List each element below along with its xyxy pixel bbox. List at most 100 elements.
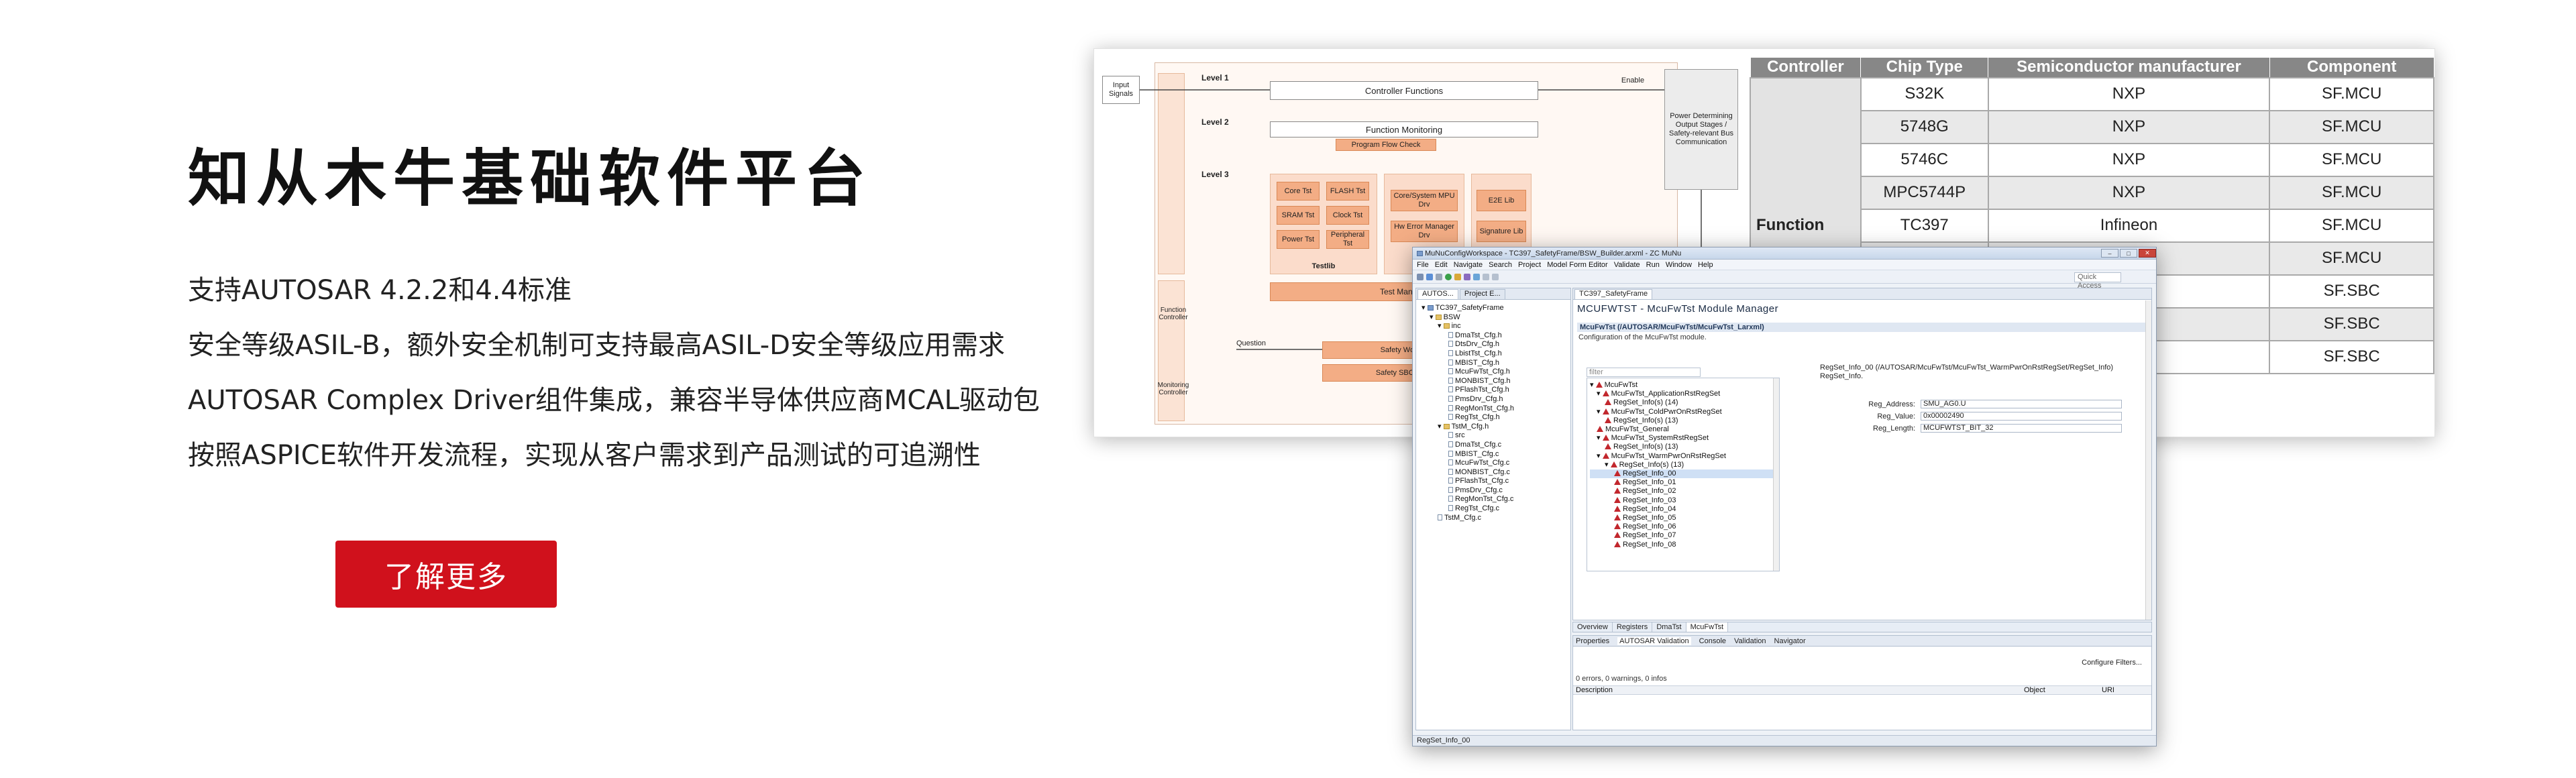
tree-item[interactable]: RegTst_Cfg.c xyxy=(1421,504,1570,514)
tree-item[interactable]: RegTst_Cfg.h xyxy=(1421,413,1570,423)
tree-item[interactable]: LbistTst_Cfg.h xyxy=(1421,349,1570,359)
tree-scrollbar[interactable] xyxy=(1773,378,1779,571)
editor-scrollbar[interactable] xyxy=(2145,300,2151,620)
tab-console[interactable]: Console xyxy=(1699,637,1726,645)
tree-item[interactable]: DmaTst_Cfg.c xyxy=(1421,441,1570,450)
container-icon xyxy=(1602,435,1609,441)
tab-project-explorer[interactable]: Project E... xyxy=(1459,289,1505,299)
tab-mcufwtst[interactable]: McuFwTst xyxy=(1686,622,1729,632)
tree-item[interactable]: PmsDrv_Cfg.c xyxy=(1421,486,1570,496)
tree-item[interactable]: ▾ TC397_SafetyFrame xyxy=(1421,304,1570,313)
module-tree-item[interactable]: RegSet_Info_03 xyxy=(1590,496,1779,505)
module-tree-item[interactable]: ▾ McuFwTst_WarmPwrOnRstRegSet xyxy=(1590,452,1779,461)
tree-item[interactable]: MONBIST_Cfg.c xyxy=(1421,468,1570,478)
module-tree-item[interactable]: ▾ McuFwTst_ApplicationRstRegSet xyxy=(1590,390,1779,398)
module-tree-item[interactable]: RegSet_Info_05 xyxy=(1590,514,1779,522)
tree-item[interactable]: MBIST_Cfg.c xyxy=(1421,450,1570,459)
tree-item[interactable]: McuFwTst_Cfg.c xyxy=(1421,459,1570,468)
arxml-file-icon xyxy=(1438,514,1442,520)
tree-item[interactable]: DtsDrv_Cfg.h xyxy=(1421,340,1570,349)
tab-navigator[interactable]: Navigator xyxy=(1774,637,1806,645)
configure-filters-link[interactable]: Configure Filters... xyxy=(2082,659,2142,667)
tree-item[interactable]: PFlashTst_Cfg.h xyxy=(1421,386,1570,395)
debug-icon[interactable] xyxy=(1464,273,1470,280)
module-tree-item[interactable]: RegSet_Info_04 xyxy=(1590,505,1779,514)
print-icon[interactable] xyxy=(1436,273,1442,280)
tree-item[interactable]: McuFwTst_Cfg.h xyxy=(1421,368,1570,377)
save-icon[interactable] xyxy=(1426,273,1433,280)
forward-icon[interactable] xyxy=(1492,273,1499,280)
tab-dmatst[interactable]: DmaTst xyxy=(1652,622,1686,632)
module-tree-item[interactable]: RegSet_Info(s) (13) xyxy=(1590,416,1779,425)
menu-help[interactable]: Help xyxy=(1698,261,1713,269)
module-tree-item[interactable]: ▾ McuFwTst xyxy=(1590,381,1779,390)
feature-item: 安全等级ASIL-B，额外安全机制可支持最高ASIL-D安全等级应用需求 xyxy=(188,330,1005,361)
module-tree-item[interactable]: ▾ McuFwTst_SystemRstRegSet xyxy=(1590,434,1779,443)
module-tree-item[interactable]: RegSet_Info_06 xyxy=(1590,522,1779,531)
module-tree: ▾ McuFwTst ▾ McuFwTst_ApplicationRstRegS… xyxy=(1587,378,1780,571)
tree-item[interactable]: ▾ BSW xyxy=(1421,313,1570,323)
menu-window[interactable]: Window xyxy=(1666,261,1692,269)
tab-tc397-safetyframe[interactable]: TC397_SafetyFrame xyxy=(1574,289,1653,299)
tree-item[interactable]: RegMonTst_Cfg.h xyxy=(1421,404,1570,414)
column-header[interactable]: Object xyxy=(2024,686,2045,694)
menu-edit[interactable]: Edit xyxy=(1435,261,1448,269)
tree-item[interactable]: ▾ inc xyxy=(1421,322,1570,331)
learn-more-button[interactable]: 了解更多 xyxy=(335,541,557,608)
tab-overview[interactable]: Overview xyxy=(1573,622,1613,632)
quick-access-input[interactable]: Quick Access xyxy=(2074,272,2121,290)
module-tree-item[interactable]: RegSet_Info_02 xyxy=(1590,487,1779,496)
new-icon[interactable] xyxy=(1417,273,1424,280)
column-header[interactable]: Description xyxy=(1576,686,1613,694)
menu-validate[interactable]: Validate xyxy=(1614,261,1640,269)
container-icon xyxy=(1614,541,1621,547)
container-icon xyxy=(1614,496,1621,503)
menu-project[interactable]: Project xyxy=(1518,261,1541,269)
minimize-button[interactable]: – xyxy=(2101,249,2118,258)
tree-item[interactable]: PFlashTst_Cfg.c xyxy=(1421,477,1570,486)
back-icon[interactable] xyxy=(1483,273,1489,280)
module-tree-item[interactable]: RegSet_Info_07 xyxy=(1590,531,1779,540)
module-tree-item[interactable]: RegSet_Info_08 xyxy=(1590,541,1779,549)
module-tree-item[interactable]: McuFwTst_General xyxy=(1590,425,1779,434)
file-icon xyxy=(1448,341,1453,347)
run-icon[interactable] xyxy=(1445,273,1452,280)
module-tree-item[interactable]: RegSet_Info_01 xyxy=(1590,478,1779,487)
tree-item[interactable]: DmaTst_Cfg.h xyxy=(1421,331,1570,341)
table-row: Function S32K NXP SF.MCU xyxy=(1750,76,2434,374)
tree-item[interactable]: RegMonTst_Cfg.c xyxy=(1421,495,1570,504)
module-tree-item[interactable]: RegSet_Info(s) (13) xyxy=(1590,443,1779,451)
module-tree-item[interactable]: RegSet_Info(s) (14) xyxy=(1590,398,1779,407)
module-tree-item[interactable]: ▾ McuFwTst_ColdPwrOnRstRegSet xyxy=(1590,408,1779,416)
tree-item[interactable]: TstM_Cfg.c xyxy=(1421,514,1570,523)
menu-navigate[interactable]: Navigate xyxy=(1454,261,1483,269)
search-icon[interactable] xyxy=(1473,273,1480,280)
reg-address-field[interactable]: SMU_AG0.U xyxy=(1921,400,2122,408)
menu-search[interactable]: Search xyxy=(1489,261,1512,269)
tree-item[interactable]: ▾ TstM_Cfg.h xyxy=(1421,423,1570,432)
tree-item[interactable]: PmsDrv_Cfg.h xyxy=(1421,395,1570,404)
menu-file[interactable]: File xyxy=(1417,261,1429,269)
maximize-button[interactable]: □ xyxy=(2120,249,2137,258)
tree-item[interactable]: MBIST_Cfg.h xyxy=(1421,359,1570,368)
tab-properties[interactable]: Properties xyxy=(1576,637,1609,645)
tab-registers[interactable]: Registers xyxy=(1613,622,1653,632)
reg-value-field[interactable]: 0x00002490 xyxy=(1921,412,2122,421)
reg-length-select[interactable]: MCUFWTST_BIT_32 xyxy=(1921,424,2122,433)
table-cell: SF.MCU xyxy=(2269,142,2434,177)
close-button[interactable]: ✕ xyxy=(2139,249,2156,258)
tab-validation[interactable]: Validation xyxy=(1734,637,1766,645)
tree-item[interactable]: MONBIST_Cfg.h xyxy=(1421,377,1570,386)
container-icon xyxy=(1602,390,1609,397)
tab-autosar[interactable]: AUTOS... xyxy=(1417,289,1458,299)
build-icon[interactable] xyxy=(1454,273,1461,280)
filter-input[interactable]: filter xyxy=(1587,368,1701,377)
column-header[interactable]: URI xyxy=(2102,686,2114,694)
menu-model-form-editor[interactable]: Model Form Editor xyxy=(1547,261,1607,269)
tab-autosar-validation[interactable]: AUTOSAR Validation xyxy=(1617,636,1691,645)
tree-item[interactable]: src xyxy=(1421,431,1570,441)
menu-run[interactable]: Run xyxy=(1646,261,1660,269)
panel-tabs: Properties AUTOSAR Validation Console Va… xyxy=(1573,636,2151,647)
module-tree-item[interactable]: ▾ RegSet_Info(s) (13) xyxy=(1590,461,1779,469)
module-tree-item[interactable]: RegSet_Info_00 xyxy=(1590,469,1779,479)
